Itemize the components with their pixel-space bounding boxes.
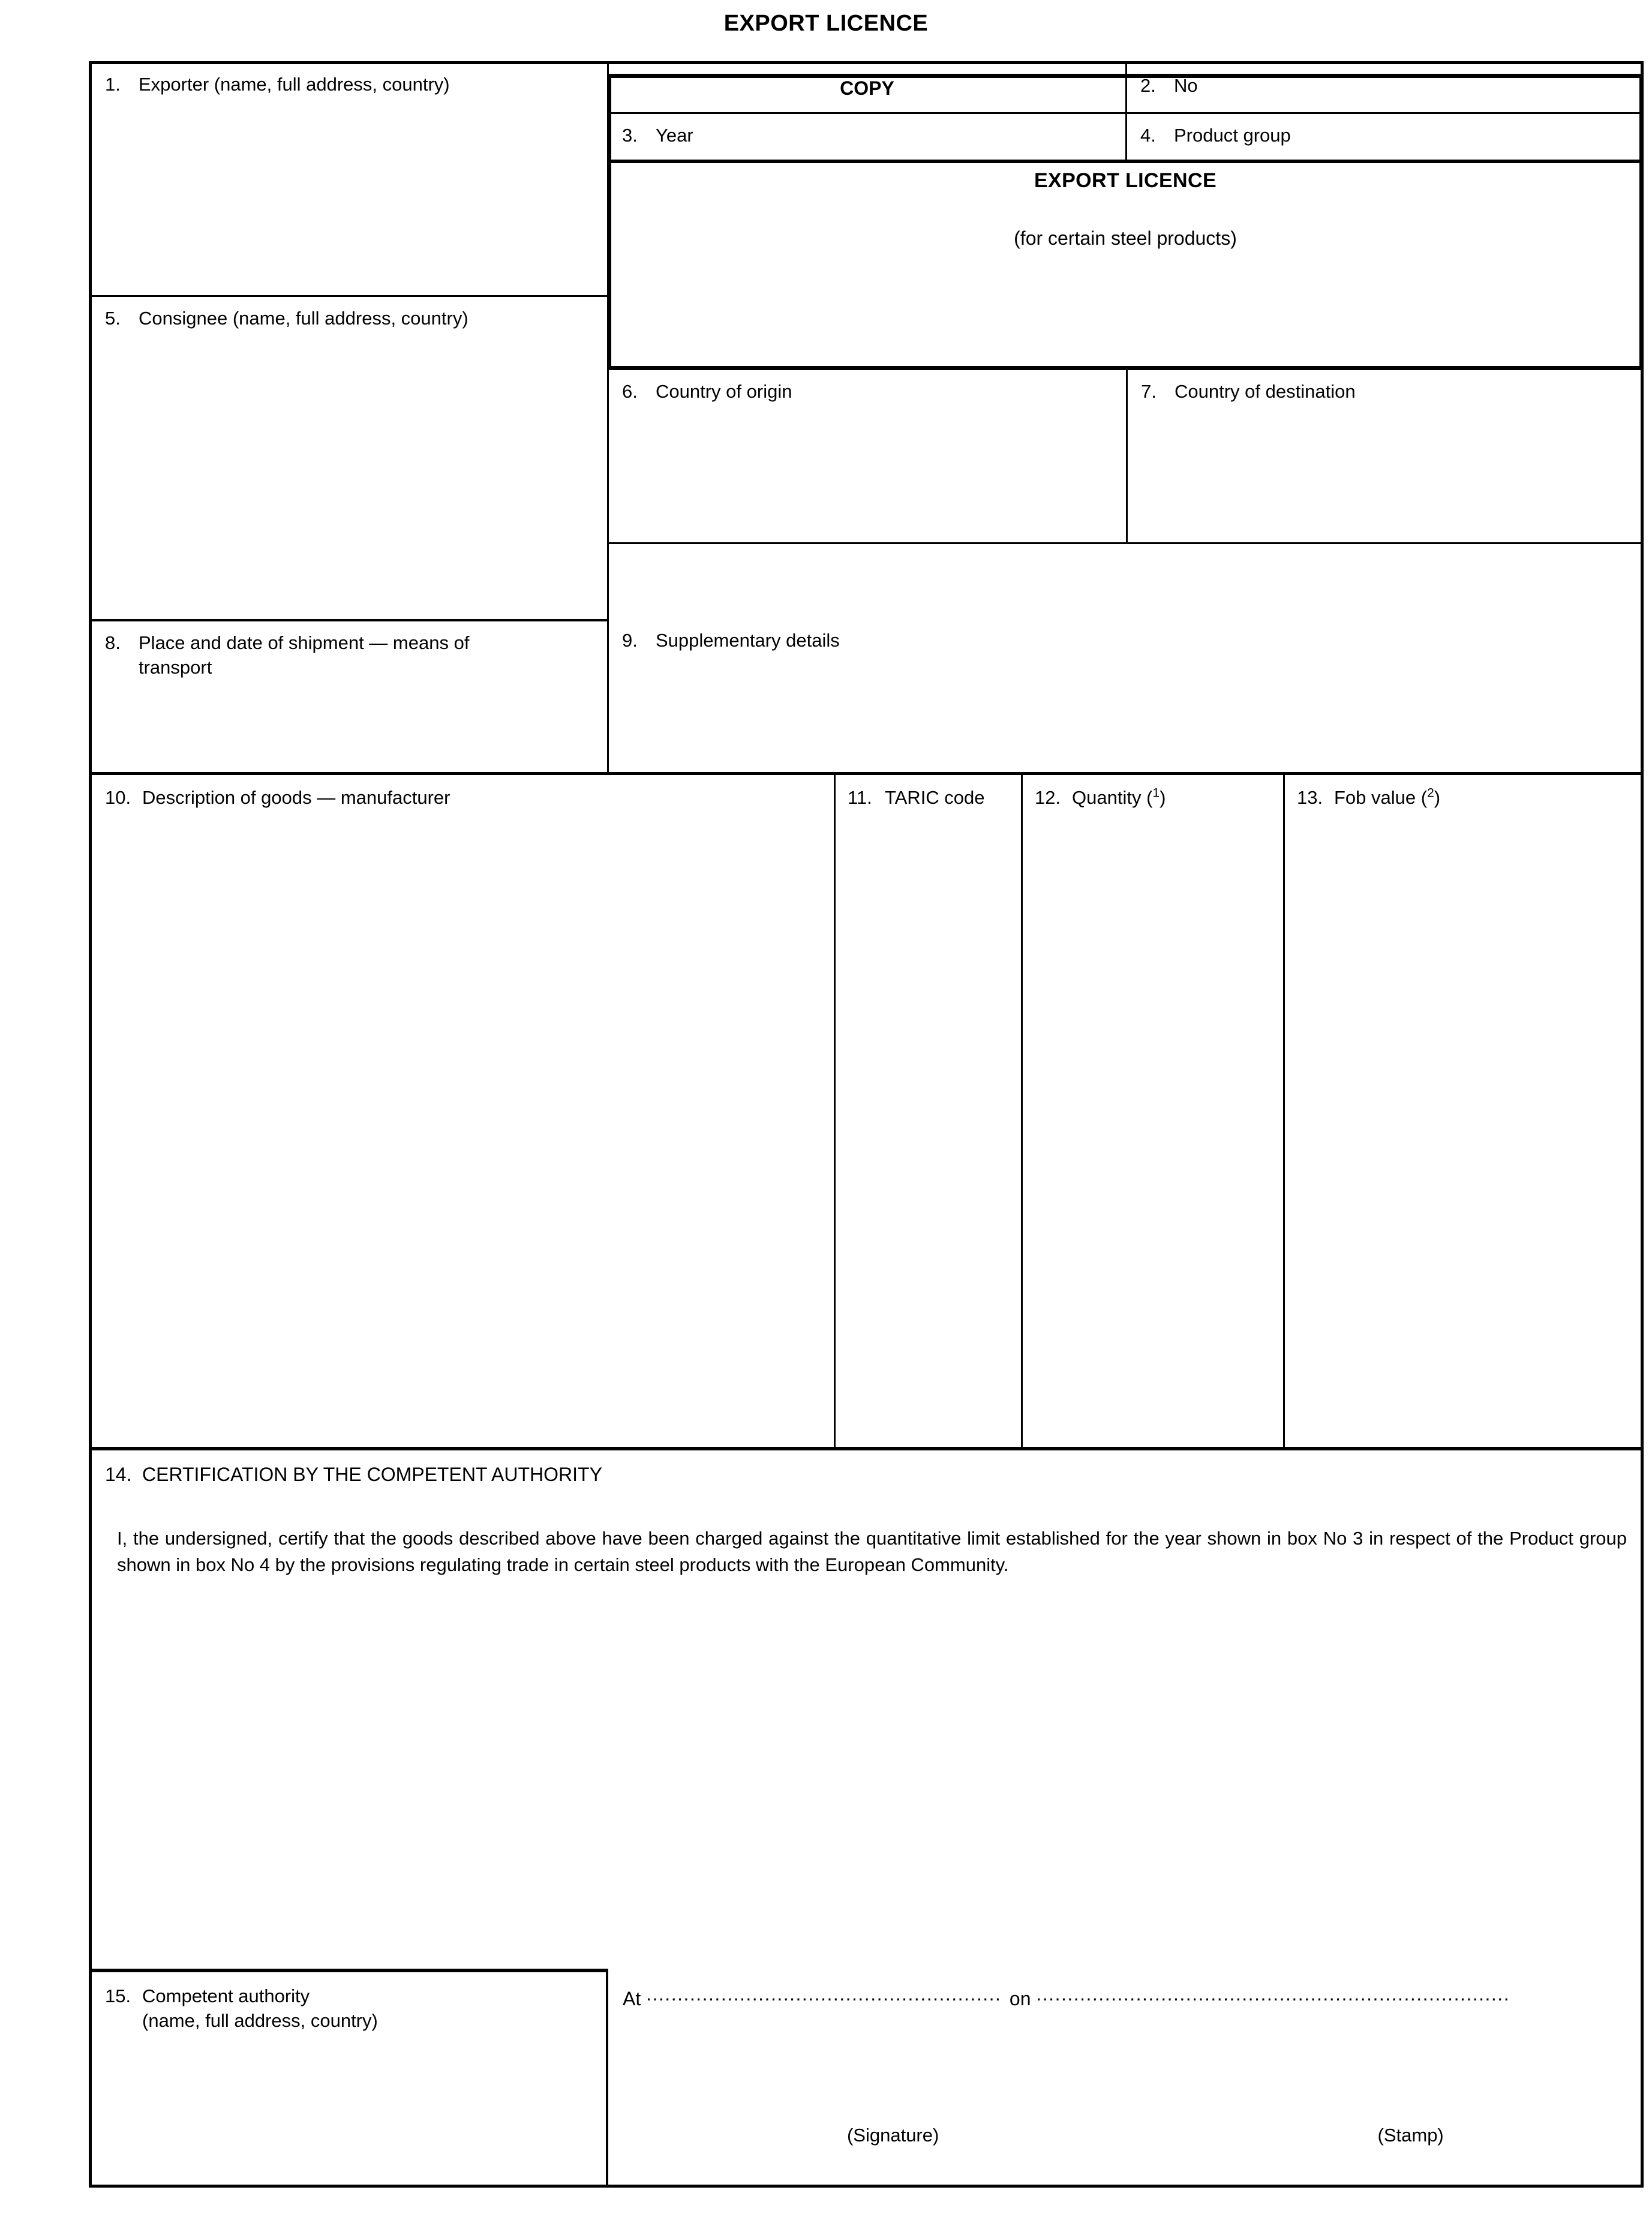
field-exporter[interactable]: 1. Exporter (name, full address, country): [92, 64, 607, 295]
field-taric-code-label: 11. TARIC code: [836, 775, 1021, 810]
signature-label: (Signature): [846, 2125, 939, 2146]
field-description-of-goods-number: 10.: [105, 787, 131, 808]
field-supplementary-details[interactable]: 9. Supplementary details: [607, 544, 1644, 772]
field-place-date-shipment-number: 8.: [105, 632, 121, 653]
at-label: At: [623, 1988, 641, 2009]
field-country-of-origin-label: 6. Country of origin: [609, 370, 1126, 404]
field-certification-number: 14.: [105, 1464, 132, 1485]
field-exporter-label: 1. Exporter (name, full address, country): [92, 64, 607, 97]
field-country-of-destination-text: Country of destination: [1175, 381, 1356, 402]
at-dotted-line[interactable]: ........................................…: [646, 1983, 999, 2005]
field-quantity[interactable]: 12. Quantity (1): [1021, 775, 1283, 1447]
field-fob-value-text: Fob value: [1334, 787, 1416, 808]
page-title: EXPORT LICENCE: [723, 11, 929, 36]
stamp-label: (Stamp): [1377, 2125, 1444, 2146]
on-dotted-line[interactable]: ........................................…: [1036, 1983, 1510, 2005]
licence-title-box: EXPORT LICENCE (for certain steel produc…: [607, 74, 1644, 370]
signature-area[interactable]: At .....................................…: [608, 1969, 1644, 2188]
field-fob-value-number: 13.: [1297, 787, 1323, 808]
licence-subtitle: (for certain steel products): [1014, 227, 1237, 249]
licence-title: EXPORT LICENCE: [1034, 169, 1217, 192]
field-consignee-text: Consignee (name, full address, country): [139, 308, 468, 329]
field-consignee-label: 5. Consignee (name, full address, country…: [92, 297, 607, 331]
field-quantity-footnote-marker: 1: [1152, 786, 1160, 800]
field-exporter-text: Exporter (name, full address, country): [139, 74, 450, 95]
field-fob-value[interactable]: 13. Fob value (2): [1283, 775, 1644, 1447]
field-place-date-shipment-text: Place and date of shipment — means of tr…: [139, 632, 470, 678]
field-country-of-destination-number: 7.: [1141, 381, 1157, 402]
field-country-of-origin[interactable]: 6. Country of origin: [607, 370, 1126, 544]
field-place-date-shipment-label: 8. Place and date of shipment — means of …: [92, 621, 607, 680]
field-quantity-label: 12. Quantity (1): [1023, 775, 1283, 810]
signature-stamp-row: (Signature) (Stamp): [608, 2125, 1644, 2146]
on-label: on: [1009, 1988, 1031, 2009]
field-supplementary-details-text: Supplementary details: [656, 630, 840, 651]
field-competent-authority-label: 15. Competent authority (name, full addre…: [92, 1972, 606, 2033]
at-on-line: At .....................................…: [608, 1969, 1644, 2010]
goods-row: 10. Description of goods — manufacturer 1…: [92, 772, 1644, 1447]
export-licence-form: 1. Exporter (name, full address, country)…: [89, 61, 1644, 2188]
field-description-of-goods-label: 10. Description of goods — manufacturer: [92, 775, 834, 810]
field-fob-value-label: 13. Fob value (2): [1285, 775, 1644, 810]
field-quantity-text: Quantity: [1072, 787, 1142, 808]
field-supplementary-details-label: 9. Supplementary details: [609, 544, 1644, 653]
field-description-of-goods-text: Description of goods — manufacturer: [142, 787, 450, 808]
field-country-of-origin-text: Country of origin: [656, 381, 792, 402]
field-competent-authority-number: 15.: [105, 1985, 131, 2006]
field-country-of-origin-number: 6.: [622, 381, 638, 402]
field-certification[interactable]: 14. CERTIFICATION BY THE COMPETENT AUTHOR…: [92, 1447, 1644, 1969]
field-taric-code-text: TARIC code: [885, 787, 985, 808]
field-competent-authority-text: Competent authority (name, full address,…: [142, 1985, 378, 2031]
field-country-of-destination-label: 7. Country of destination: [1128, 370, 1644, 404]
field-fob-value-footnote-marker: 2: [1427, 786, 1434, 800]
field-description-of-goods[interactable]: 10. Description of goods — manufacturer: [92, 775, 834, 1447]
field-consignee-number: 5.: [105, 308, 121, 329]
field-taric-code-number: 11.: [848, 787, 872, 808]
field-quantity-number: 12.: [1035, 787, 1061, 808]
field-country-of-destination[interactable]: 7. Country of destination: [1126, 370, 1644, 544]
field-certification-body: I, the undersigned, certify that the goo…: [117, 1528, 1627, 1576]
field-competent-authority[interactable]: 15. Competent authority (name, full addre…: [92, 1969, 608, 2188]
field-certification-heading-text: CERTIFICATION BY THE COMPETENT AUTHORITY: [142, 1464, 602, 1485]
field-supplementary-details-number: 9.: [622, 630, 638, 651]
field-taric-code[interactable]: 11. TARIC code: [834, 775, 1021, 1447]
field-place-date-shipment[interactable]: 8. Place and date of shipment — means of …: [92, 619, 607, 772]
field-certification-heading: 14. CERTIFICATION BY THE COMPETENT AUTHOR…: [92, 1450, 1644, 1486]
field-exporter-number: 1.: [105, 74, 121, 95]
